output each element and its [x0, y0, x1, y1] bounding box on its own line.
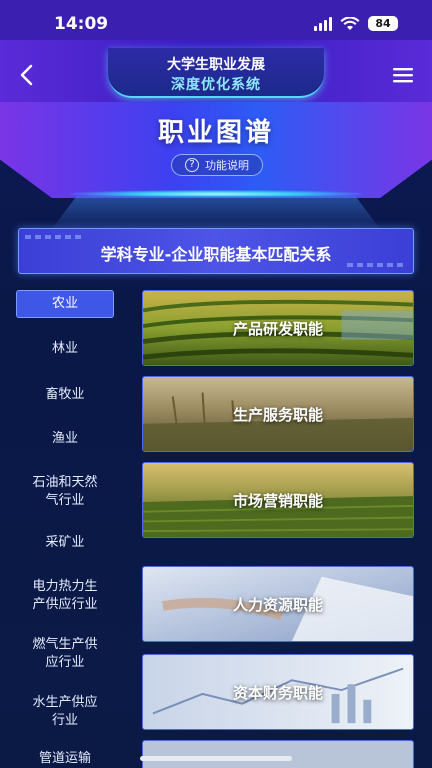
function-card-finance[interactable]: 资本财务职能 — [142, 654, 414, 730]
wifi-icon — [340, 16, 360, 30]
hamburger-menu-icon — [393, 68, 413, 83]
function-card-hr[interactable]: 人力资源职能 — [142, 566, 414, 642]
category-item-mining[interactable]: 采矿业 — [16, 534, 114, 552]
partial-card-image — [143, 741, 413, 768]
card-label: 产品研发职能 — [232, 319, 323, 338]
help-label: 功能说明 — [205, 159, 249, 172]
category-item-water-supply[interactable]: 水生产供应 行业 — [16, 694, 114, 730]
status-time: 14:09 — [54, 14, 109, 34]
app-screen: 14:09 84 大学生职业发展 深度优化系统 职业图谱 ? 功能说明 学科专业… — [0, 0, 432, 768]
category-item-forestry[interactable]: 林业 — [16, 340, 114, 358]
function-card-marketing[interactable]: 市场营销职能 — [142, 462, 414, 538]
category-item-animal-husbandry[interactable]: 畜牧业 — [16, 386, 114, 404]
category-item-oil-gas[interactable]: 石油和天然 气行业 — [16, 474, 114, 510]
category-item-agriculture[interactable]: 农业 — [16, 290, 114, 318]
category-item-gas-supply[interactable]: 燃气生产供 应行业 — [16, 636, 114, 672]
career-map-banner: 职业图谱 ? 功能说明 — [0, 102, 432, 232]
chevron-left-icon — [20, 64, 33, 86]
category-item-fishery[interactable]: 渔业 — [16, 430, 114, 448]
banner-platform — [50, 196, 382, 232]
cellular-signal-icon — [314, 16, 332, 31]
function-card-rd[interactable]: 产品研发职能 — [142, 290, 414, 366]
card-label: 资本财务职能 — [232, 683, 323, 702]
banner-title: 职业图谱 — [157, 118, 274, 148]
category-item-power-heat[interactable]: 电力热力生 产供应行业 — [16, 578, 114, 614]
decorative-stripes — [25, 235, 85, 239]
help-button[interactable]: ? 功能说明 — [171, 154, 263, 176]
header-subtitle: 深度优化系统 — [171, 77, 261, 93]
section-header: 学科专业-企业职能基本匹配关系 — [18, 228, 414, 274]
card-label: 人力资源职能 — [232, 595, 323, 614]
function-card-partial[interactable] — [142, 740, 414, 768]
question-icon: ? — [185, 158, 199, 172]
card-label: 市场营销职能 — [232, 491, 323, 510]
home-indicator[interactable] — [140, 756, 292, 761]
menu-button[interactable] — [386, 58, 420, 92]
back-button[interactable] — [10, 58, 44, 92]
decorative-stripes — [347, 263, 407, 267]
function-card-production[interactable]: 生产服务职能 — [142, 376, 414, 452]
card-label: 生产服务职能 — [232, 405, 323, 424]
section-title: 学科专业-企业职能基本匹配关系 — [100, 245, 332, 264]
category-item-pipeline-transport[interactable]: 管道运输 — [16, 750, 114, 768]
header-title: 大学生职业发展 — [167, 57, 265, 73]
status-icons: 84 — [314, 16, 398, 31]
header-title-plate: 大学生职业发展 深度优化系统 — [108, 48, 324, 98]
battery-indicator: 84 — [368, 16, 398, 31]
